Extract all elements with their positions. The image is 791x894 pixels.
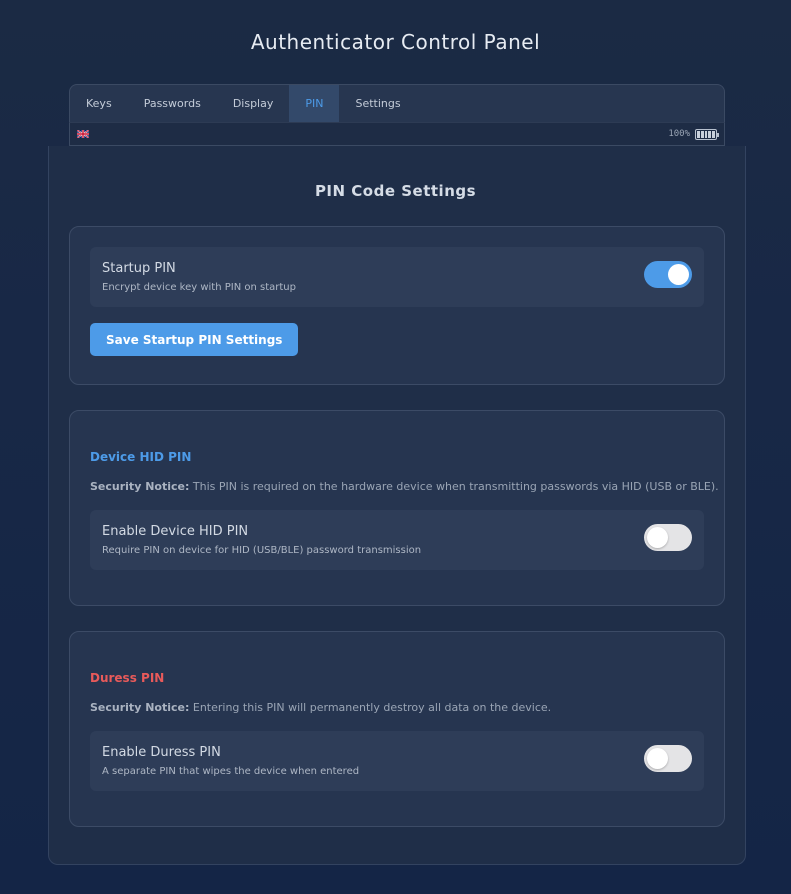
- duress-pin-notice: Security Notice: Entering this PIN will …: [90, 701, 551, 714]
- duress-pin-heading: Duress PIN: [90, 671, 165, 685]
- startup-pin-toggle[interactable]: [644, 261, 692, 288]
- startup-pin-label: Startup PIN: [102, 261, 176, 276]
- device-hid-pin-row: Enable Device HID PIN Require PIN on dev…: [90, 510, 704, 570]
- device-hid-pin-card: Device HID PIN Security Notice: This PIN…: [69, 410, 725, 606]
- device-hid-pin-notice: Security Notice: This PIN is required on…: [90, 480, 719, 493]
- duress-pin-row: Enable Duress PIN A separate PIN that wi…: [90, 731, 704, 791]
- device-hid-pin-heading: Device HID PIN: [90, 450, 192, 464]
- duress-pin-card: Duress PIN Security Notice: Entering thi…: [69, 631, 725, 827]
- save-startup-pin-button[interactable]: Save Startup PIN Settings: [90, 323, 299, 356]
- startup-pin-row: Startup PIN Encrypt device key with PIN …: [90, 247, 704, 307]
- device-hid-pin-toggle-label: Enable Device HID PIN: [102, 524, 249, 539]
- tab-keys[interactable]: Keys: [70, 85, 128, 122]
- toggle-knob: [668, 264, 689, 285]
- duress-pin-toggle-description: A separate PIN that wipes the device whe…: [102, 766, 360, 777]
- toggle-knob: [647, 748, 668, 769]
- tab-display[interactable]: Display: [217, 85, 290, 122]
- page-title: PIN Code Settings: [314, 182, 477, 200]
- notice-text: This PIN is required on the hardware dev…: [192, 480, 719, 493]
- toggle-knob: [647, 527, 668, 548]
- notice-text: Entering this PIN will permanently destr…: [192, 701, 552, 714]
- uk-flag-icon[interactable]: [77, 130, 89, 138]
- battery-status: 100%: [668, 128, 719, 140]
- app-title: Authenticator Control Panel: [250, 30, 541, 54]
- tab-passwords[interactable]: Passwords: [128, 85, 217, 122]
- duress-pin-toggle[interactable]: [644, 745, 692, 772]
- tab-settings[interactable]: Settings: [339, 85, 416, 122]
- startup-pin-card: Startup PIN Encrypt device key with PIN …: [69, 226, 725, 385]
- notice-label: Security Notice:: [90, 701, 190, 714]
- battery-percentage: 100%: [668, 129, 690, 139]
- status-bar: 100%: [69, 122, 725, 146]
- tab-bar: Keys Passwords Display PIN Settings: [69, 84, 725, 122]
- device-hid-pin-toggle[interactable]: [644, 524, 692, 551]
- battery-full-icon: [695, 128, 719, 140]
- duress-pin-toggle-label: Enable Duress PIN: [102, 745, 221, 760]
- notice-label: Security Notice:: [90, 480, 190, 493]
- device-hid-pin-toggle-description: Require PIN on device for HID (USB/BLE) …: [102, 545, 422, 556]
- startup-pin-description: Encrypt device key with PIN on startup: [102, 282, 296, 293]
- tab-pin[interactable]: PIN: [289, 85, 340, 122]
